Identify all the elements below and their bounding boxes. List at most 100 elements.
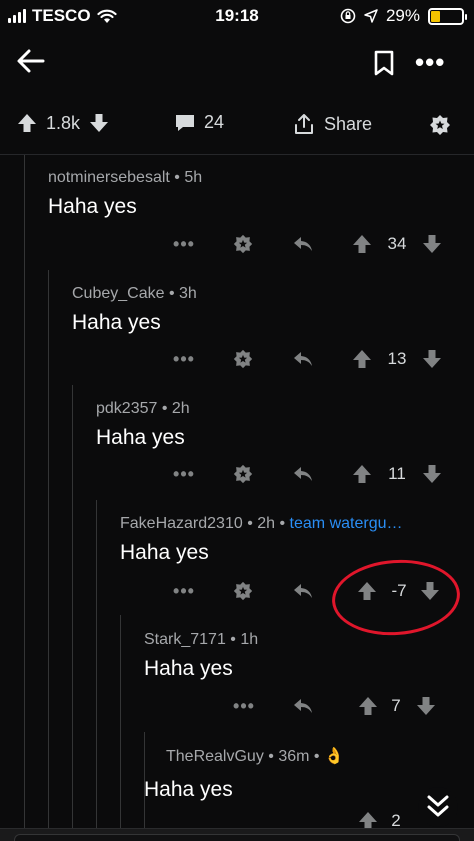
comment-score: 2 [391,811,401,828]
award-icon[interactable] [428,113,452,137]
comment-author[interactable]: Cubey_Cake [72,285,165,302]
upvote-icon[interactable] [356,806,380,828]
post-vote-count: 1.8k [46,112,81,133]
bookmark-icon[interactable] [372,50,396,76]
downvote-icon[interactable] [414,691,438,721]
comment-meta: TheRealvGuy • 36m • 👌 [166,746,344,766]
comment-icon [176,114,194,131]
comment-author[interactable]: FakeHazard2310 [120,515,243,532]
comment-score: 11 [388,464,406,483]
comment-author[interactable]: Stark_7171 [144,631,226,648]
status-right: 29% [340,6,467,26]
share-button[interactable]: Share [292,112,372,136]
upvote-icon[interactable] [16,112,38,134]
comment-author[interactable]: pdk2357 [96,400,157,417]
share-label: Share [324,113,373,134]
comment-meta: FakeHazard2310 • 2h • team watergu… [120,515,402,533]
comment-actions: ••• 13 [0,344,474,374]
upvote-icon[interactable] [350,229,374,259]
comment-meta: Cubey_Cake • 3h [72,285,197,303]
post-divider [0,154,474,155]
meta-separator: • [157,400,172,417]
user-flair: team watergu… [289,515,403,532]
comment-body: Haha yes [120,541,209,564]
highlight-circle [329,555,463,640]
more-options-icon[interactable]: ••• [170,459,198,489]
scroll-down-icon[interactable] [418,787,458,827]
thread-line [96,500,97,841]
comment-author[interactable]: notminersebesalt [48,169,170,186]
ok-hand-emoji: 👌 [323,748,344,765]
award-icon[interactable] [230,576,256,606]
more-icon[interactable]: ••• [415,47,449,77]
battery-icon [428,7,467,25]
reply-bar [0,828,474,841]
meta-separator: • [169,169,185,186]
downvote-icon[interactable] [88,112,110,134]
comment-body: Haha yes [144,778,233,801]
battery-percent: 29% [385,6,420,25]
upvote-icon[interactable] [350,344,374,374]
reply-icon[interactable] [290,344,316,374]
reply-icon[interactable] [290,229,316,259]
location-icon [364,9,378,23]
comment: TheRealvGuy • 36m • 👌 [166,746,344,766]
status-bar: TESCO 19:18 29% [0,0,474,32]
rotation-lock-icon [340,8,356,24]
comment-age: 2h [171,400,190,417]
meta-separator: • [263,748,279,765]
upvote-icon[interactable] [350,459,374,489]
award-icon[interactable] [230,459,256,489]
post-vote-group: 1.8k [16,112,110,134]
comment: pdk2357 • 2h Haha yes [96,400,190,450]
comment-actions: ••• 34 [0,229,474,259]
back-arrow-icon[interactable] [14,44,48,78]
more-options-icon[interactable]: ••• [170,229,198,259]
more-options-icon[interactable]: ••• [170,344,198,374]
comment-score: 7 [391,696,401,715]
meta-separator: • [164,285,179,302]
comment: FakeHazard2310 • 2h • team watergu… Haha… [120,515,402,565]
more-options-icon[interactable]: ••• [170,576,198,606]
comment: Cubey_Cake • 3h Haha yes [72,285,197,335]
comment-score: 13 [387,349,407,368]
downvote-icon[interactable] [420,344,444,374]
comment-body: Haha yes [96,426,185,449]
top-nav: ••• [0,32,474,92]
meta-separator: • [309,748,324,765]
comment-score: 34 [387,234,407,253]
downvote-icon[interactable] [420,229,444,259]
comment: Stark_7171 • 1h Haha yes [144,631,258,681]
award-icon[interactable] [230,229,256,259]
comment-author[interactable]: TheRealvGuy [166,748,264,765]
comment-age: 5h [184,169,203,186]
thread-line [72,385,73,841]
more-options-icon[interactable]: ••• [230,691,258,721]
reply-icon[interactable] [290,691,316,721]
downvote-icon[interactable] [420,459,444,489]
share-icon [295,114,313,134]
comment-body: Haha yes [144,657,233,680]
comment-meta: notminersebesalt • 5h [48,169,202,187]
comment-meta: pdk2357 • 2h [96,400,190,418]
comment-count: 24 [204,112,225,132]
post-actions-bar: 1.8k 24 Share [0,100,474,150]
meta-separator: • [225,631,241,648]
upvote-icon[interactable] [356,691,380,721]
comment-body: Haha yes [48,195,137,218]
comment-age: 36m [278,748,310,765]
meta-separator: • [242,515,258,532]
meta-separator: • [275,515,290,532]
comment-body: Haha yes [72,311,161,334]
comment-actions: 2 [0,806,474,828]
comment-age: 3h [179,285,197,302]
reply-icon[interactable] [290,459,316,489]
reply-input[interactable] [14,834,460,841]
reply-icon[interactable] [290,576,316,606]
comment-age: 1h [240,631,259,648]
comments-button[interactable]: 24 [174,112,224,133]
comment-meta: Stark_7171 • 1h [144,631,258,649]
comment-age: 2h [257,515,276,532]
comment: notminersebesalt • 5h Haha yes [48,169,202,219]
award-icon[interactable] [230,344,256,374]
